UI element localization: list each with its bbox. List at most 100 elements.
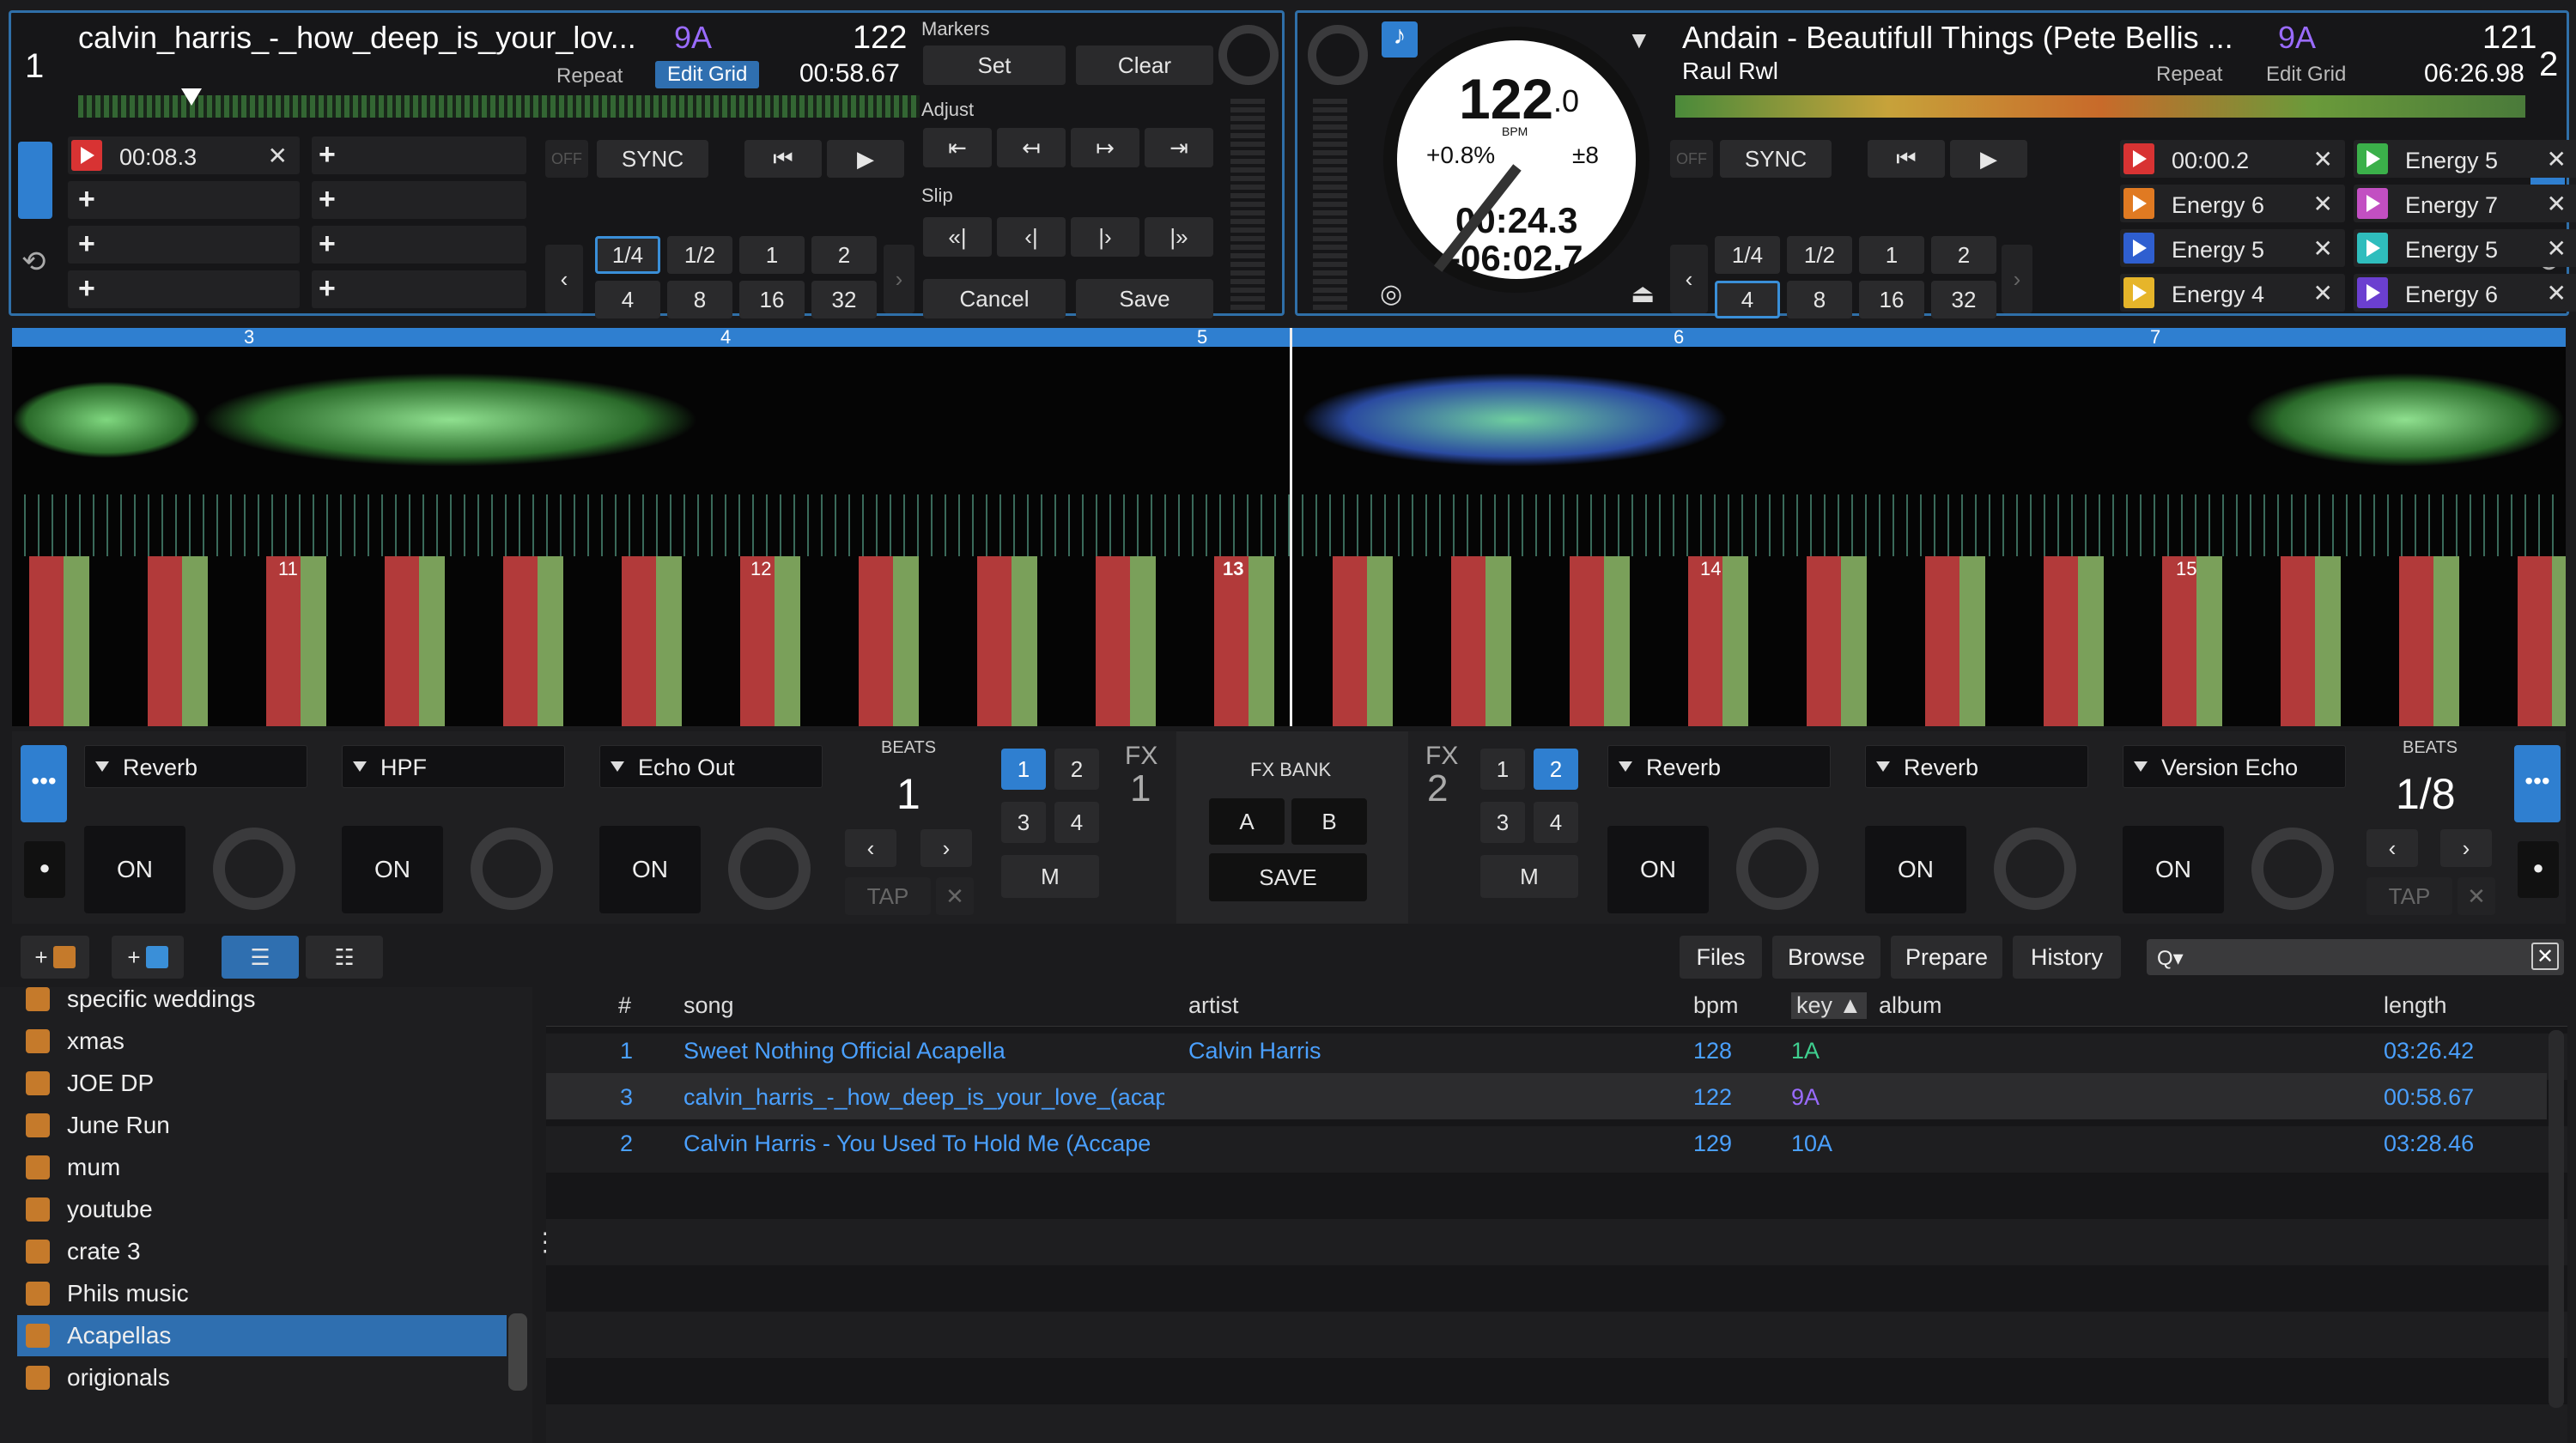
- fx-bank-save[interactable]: SAVE: [1209, 853, 1367, 901]
- fx2-knob-2[interactable]: [1994, 828, 2076, 910]
- loop-size-4[interactable]: 4: [595, 281, 660, 318]
- loop-size-1-4[interactable]: 1/4: [595, 236, 660, 274]
- fx2-slot-3[interactable]: 3: [1480, 802, 1525, 843]
- sync-button[interactable]: SYNC: [1720, 140, 1832, 178]
- sidebar-item[interactable]: Acapellas: [17, 1315, 507, 1356]
- cue-slot-6[interactable]: +: [312, 226, 526, 264]
- play-button[interactable]: ▶: [827, 140, 904, 178]
- add-smart-crate-button[interactable]: +: [112, 936, 184, 979]
- fx2-m-button[interactable]: M: [1480, 855, 1578, 898]
- fx2-slot-4[interactable]: 4: [1534, 802, 1578, 843]
- loop-size-16[interactable]: 16: [739, 281, 805, 318]
- sidebar-item[interactable]: mum: [17, 1147, 507, 1188]
- sidebar-item[interactable]: youtube: [17, 1189, 507, 1230]
- gain-knob[interactable]: [1308, 25, 1368, 85]
- loop-size-4[interactable]: 4: [1715, 281, 1780, 318]
- loop-size-32[interactable]: 32: [811, 281, 877, 318]
- fx1-dot[interactable]: ●: [24, 841, 65, 898]
- slip-back-button[interactable]: ‹|: [997, 217, 1066, 257]
- waveform-deck-2[interactable]: 11 12 13 14 15: [12, 556, 2566, 726]
- track-list-scrollbar[interactable]: [2549, 1030, 2564, 1408]
- off-button[interactable]: OFF: [545, 140, 588, 178]
- mini-waveform[interactable]: [1675, 95, 2525, 118]
- sidebar-item[interactable]: origionals: [17, 1357, 507, 1398]
- fx1-slot-1[interactable]: 1: [1001, 749, 1046, 790]
- sidebar-item[interactable]: crate 3: [17, 1231, 507, 1272]
- marker-clear-button[interactable]: Clear: [1076, 45, 1213, 85]
- beat-ruler-top[interactable]: [12, 328, 2566, 347]
- table-row[interactable]: 3 calvin_harris_-_how_deep_is_your_love_…: [546, 1073, 2547, 1119]
- fx1-tap-button[interactable]: TAP: [845, 877, 931, 915]
- fx1-menu-button[interactable]: •••: [21, 745, 67, 822]
- cue-slot-3[interactable]: Energy 6 ✕: [2120, 185, 2345, 222]
- column-header[interactable]: song: [683, 992, 734, 1019]
- waveform-overview[interactable]: [12, 494, 2566, 556]
- fx2-slot-2[interactable]: 2: [1534, 749, 1578, 790]
- loop-size-1-4[interactable]: 1/4: [1715, 236, 1780, 274]
- off-button[interactable]: OFF: [1670, 140, 1713, 178]
- cue-slot-8[interactable]: Energy 6 ✕: [2354, 274, 2576, 312]
- fx2-on-button-2[interactable]: ON: [1865, 826, 1966, 913]
- adjust-forward-button[interactable]: ↦: [1071, 128, 1139, 167]
- adjust-back-button[interactable]: ↤: [997, 128, 1066, 167]
- jump-start-button[interactable]: ⏮: [744, 140, 822, 178]
- cue-slot-3[interactable]: +: [68, 181, 300, 219]
- fx1-on-button-3[interactable]: ON: [599, 826, 701, 913]
- search-input[interactable]: Q▾ ✕: [2147, 939, 2564, 975]
- sidebar-item[interactable]: June Run: [17, 1105, 507, 1146]
- cue-slot-4[interactable]: +: [312, 181, 526, 219]
- tab-history[interactable]: History: [2013, 936, 2121, 979]
- fx1-knob-1[interactable]: [213, 828, 295, 910]
- play-button[interactable]: ▶: [1950, 140, 2027, 178]
- fx-bank-a[interactable]: A: [1209, 798, 1285, 845]
- clear-search-icon[interactable]: ✕: [2531, 943, 2559, 970]
- cue-slot-1[interactable]: 00:08.3 ✕: [68, 136, 300, 174]
- repeat-label[interactable]: Repeat: [2156, 63, 2222, 87]
- fx1-beats-next[interactable]: ›: [920, 829, 972, 867]
- cue-slot-7[interactable]: +: [68, 270, 300, 308]
- column-header[interactable]: length: [2384, 992, 2447, 1019]
- marker-save-button[interactable]: Save: [1076, 279, 1213, 318]
- adjust-jump-back-button[interactable]: ⇤: [923, 128, 992, 167]
- fx2-slot-1[interactable]: 1: [1480, 749, 1525, 790]
- table-row[interactable]: 2 Calvin Harris - You Used To Hold Me (A…: [546, 1119, 2547, 1166]
- marker-cancel-button[interactable]: Cancel: [923, 279, 1066, 318]
- fx1-on-button-2[interactable]: ON: [342, 826, 443, 913]
- cue-slot-2[interactable]: Energy 5 ✕: [2354, 140, 2576, 178]
- sidebar-item[interactable]: specific weddings: [17, 979, 507, 1020]
- add-crate-button[interactable]: +: [21, 936, 89, 979]
- loop-size-1[interactable]: 1: [1859, 236, 1924, 274]
- marker-set-button[interactable]: Set: [923, 45, 1066, 85]
- eject-icon[interactable]: ⏏: [1631, 279, 1655, 309]
- close-icon[interactable]: ✕: [2313, 145, 2333, 173]
- cue-slot-8[interactable]: +: [312, 270, 526, 308]
- tab-prepare[interactable]: Prepare: [1891, 936, 2002, 979]
- gain-knob[interactable]: [1218, 25, 1279, 85]
- fx2-on-button-3[interactable]: ON: [2123, 826, 2224, 913]
- loop-next-button[interactable]: ›: [2002, 245, 2032, 313]
- fx1-knob-2[interactable]: [471, 828, 553, 910]
- sidebar-item[interactable]: Phils music: [17, 1273, 507, 1314]
- cue-slot-6[interactable]: Energy 5 ✕: [2354, 229, 2576, 267]
- close-icon[interactable]: ✕: [2547, 234, 2567, 263]
- close-icon[interactable]: ✕: [2313, 279, 2333, 307]
- fx1-knob-3[interactable]: [728, 828, 811, 910]
- close-icon[interactable]: ✕: [2313, 234, 2333, 263]
- loop-cycle-icon[interactable]: ⟲: [21, 245, 46, 279]
- loop-size-1[interactable]: 1: [739, 236, 805, 274]
- sidebar-item[interactable]: JOE DP: [17, 1063, 507, 1104]
- loop-prev-button[interactable]: ‹: [1670, 245, 1708, 313]
- loop-size-8[interactable]: 8: [667, 281, 732, 318]
- loop-next-button[interactable]: ›: [884, 245, 914, 313]
- cue-slot-7[interactable]: Energy 4 ✕: [2120, 274, 2345, 312]
- loop-prev-button[interactable]: ‹: [545, 245, 583, 313]
- fx1-effect-select-1[interactable]: Reverb: [84, 745, 307, 788]
- loop-size-1-2[interactable]: 1/2: [667, 236, 732, 274]
- fx2-tap-clear[interactable]: ✕: [2458, 877, 2495, 915]
- cue-slot-2[interactable]: +: [312, 136, 526, 174]
- close-icon[interactable]: ✕: [268, 142, 288, 170]
- fx2-beats-next[interactable]: ›: [2440, 829, 2492, 867]
- cue-slot-4[interactable]: Energy 7 ✕: [2354, 185, 2576, 222]
- repeat-label[interactable]: Repeat: [556, 64, 623, 88]
- fx1-on-button-1[interactable]: ON: [84, 826, 185, 913]
